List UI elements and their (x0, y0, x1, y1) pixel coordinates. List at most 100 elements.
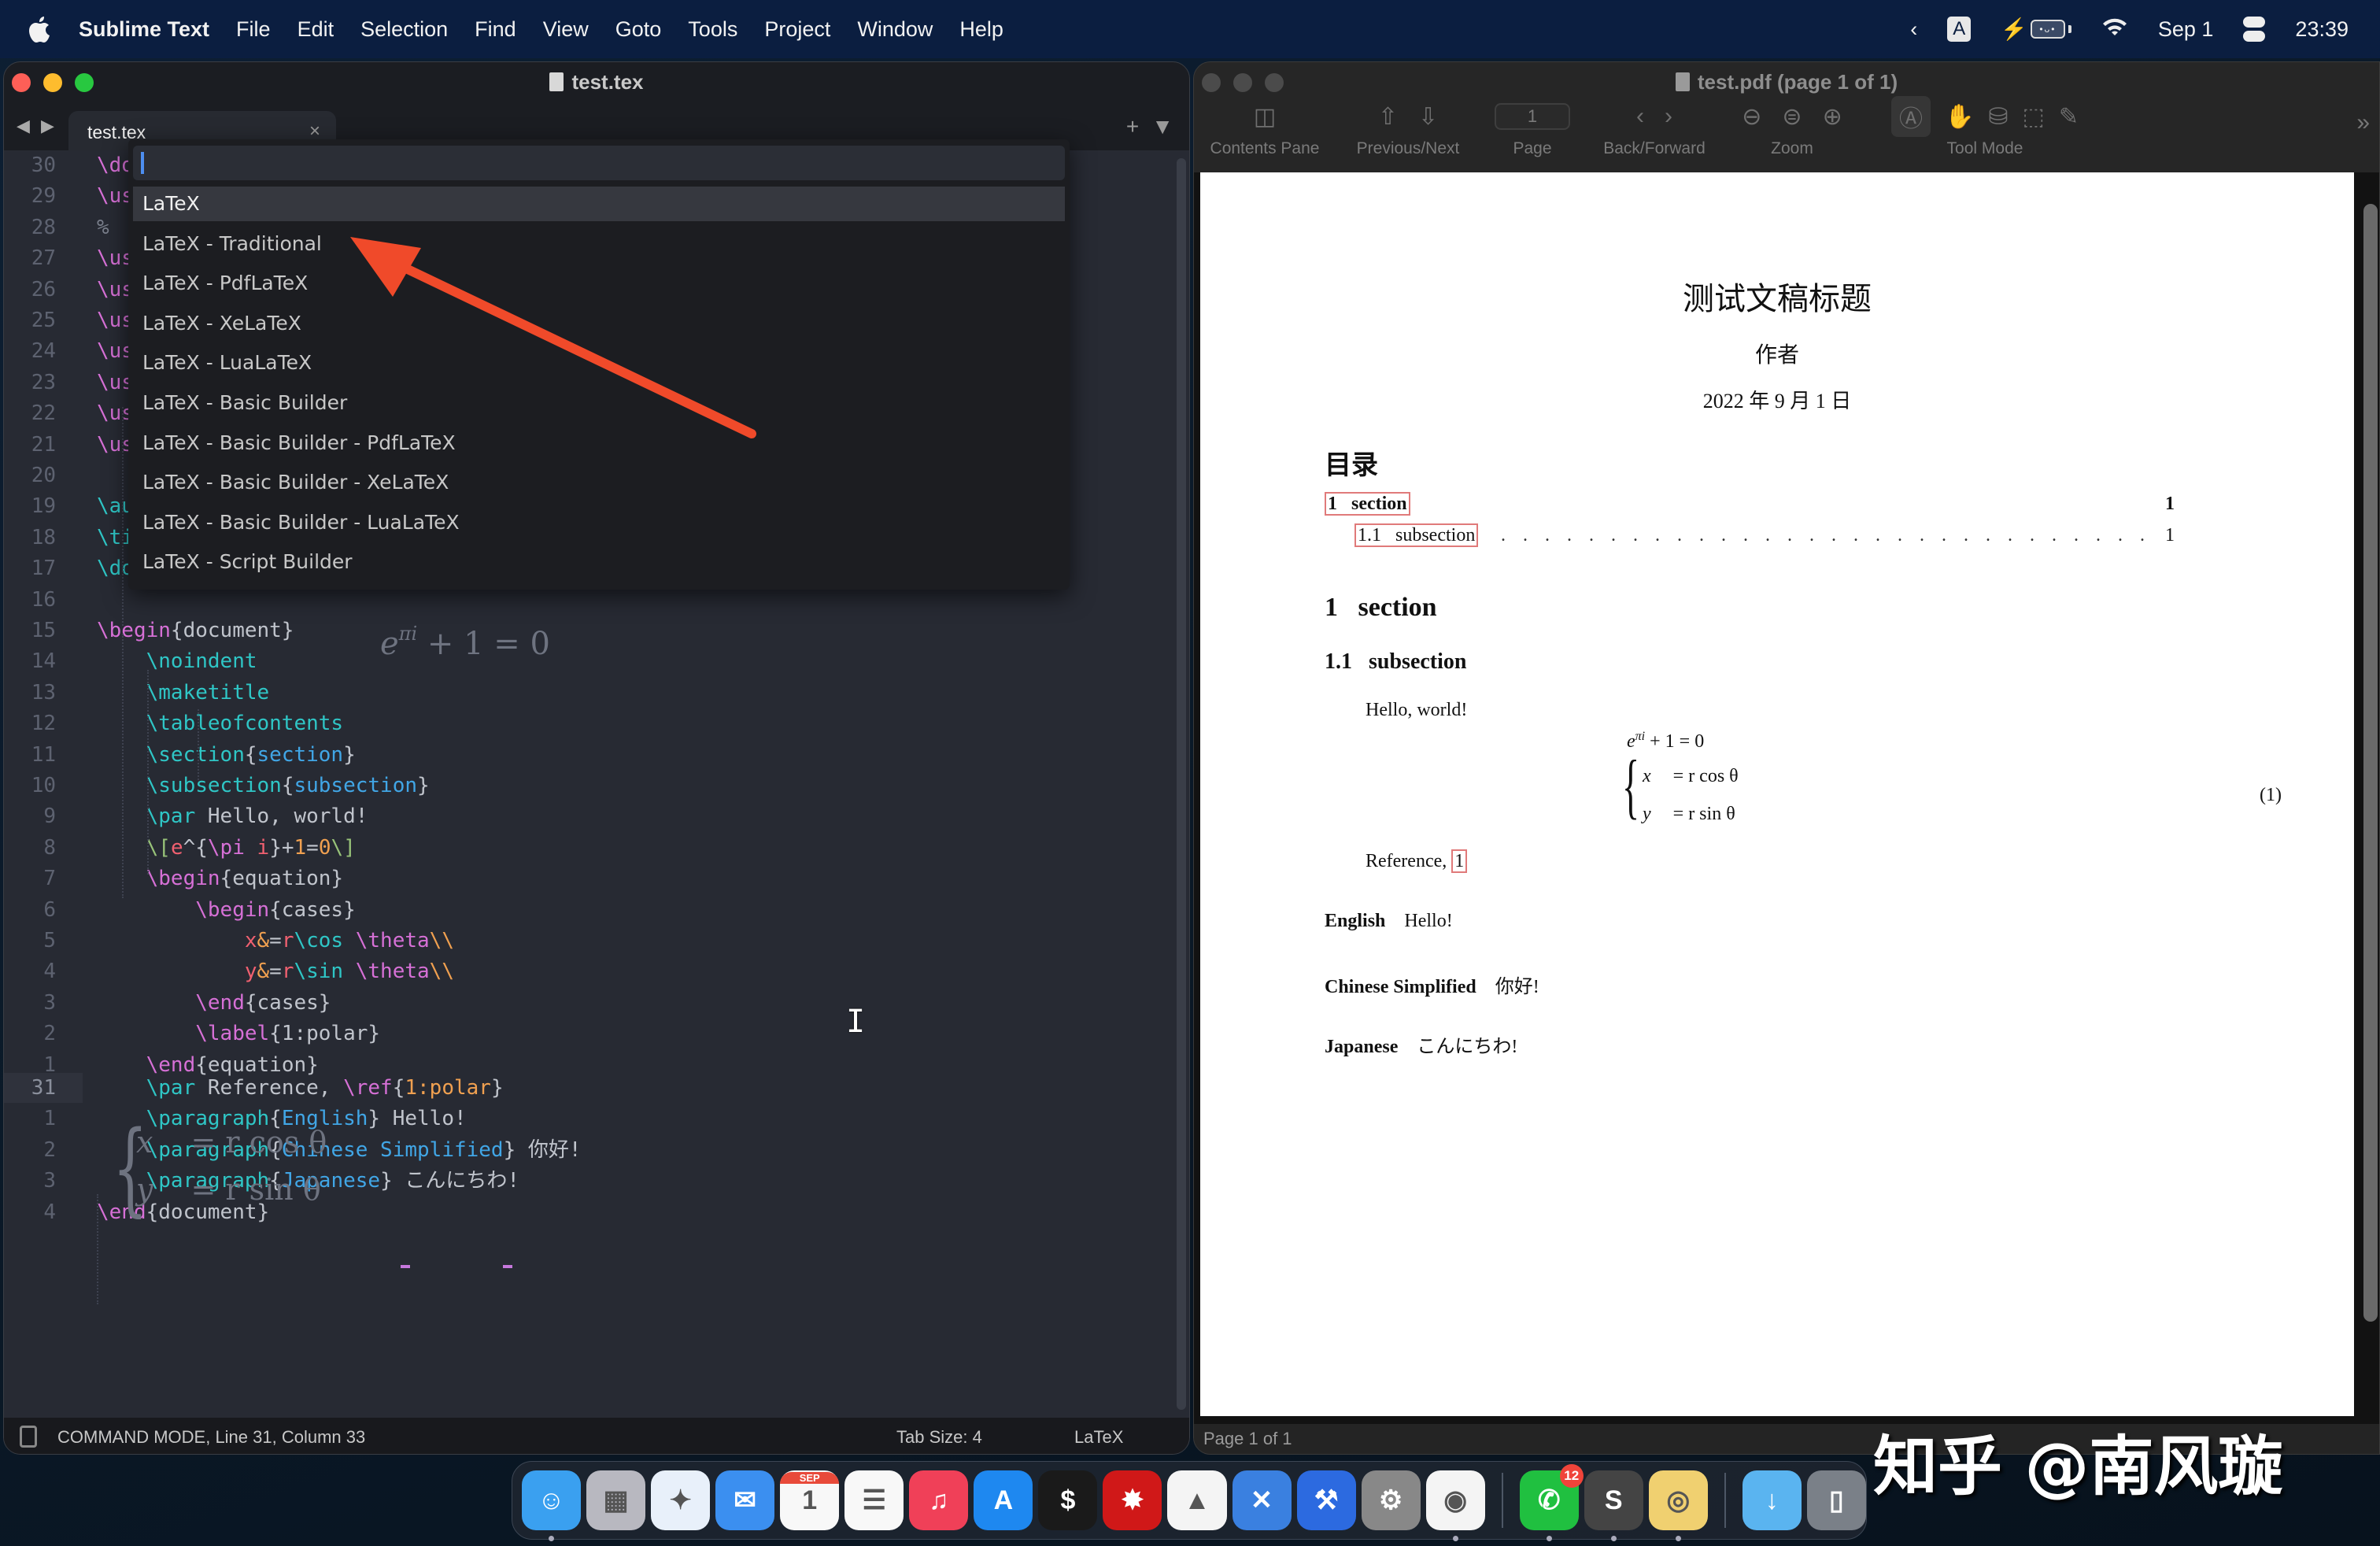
toc-link-subsection[interactable]: 1.1 subsection (1354, 523, 1479, 547)
menu-project[interactable]: Project (764, 17, 830, 42)
editor-scrollbar[interactable] (1177, 158, 1186, 1410)
menu-tools[interactable]: Tools (688, 17, 737, 42)
battery-icon[interactable]: ⚡ •ᴗ• (2001, 17, 2071, 42)
dock-sublime-text-icon[interactable]: S (1584, 1470, 1643, 1541)
toolbar-overflow-icon[interactable]: » (2356, 109, 2370, 136)
plug-icon: ⚡ (2001, 17, 2027, 41)
code-line[interactable]: 8 \[e^{\pi i}+1=0\] (4, 833, 1169, 863)
dock-app-store-icon[interactable]: A (974, 1470, 1033, 1530)
dock-matlab-icon[interactable]: ▲ (1167, 1470, 1227, 1530)
scroll-hand-icon[interactable]: ✋ (1945, 103, 1974, 131)
pdf-scroll-area[interactable]: 测试文稿标题 作者 2022 年 9 月 1 日 目录 1 section 1 … (1194, 172, 2379, 1426)
menu-file[interactable]: File (236, 17, 271, 42)
window-title: test.tex (4, 70, 1189, 94)
dock-calendar-icon[interactable]: SEP 1 (780, 1470, 840, 1530)
code-line[interactable]: 10 \subsection{subsection} (4, 771, 1169, 801)
previous-page-arrow-icon[interactable]: ⇧ (1378, 103, 1398, 131)
select-tool-icon[interactable]: ⬚ (2023, 103, 2045, 131)
palette-item[interactable]: LaTeX - Script Builder (133, 545, 1065, 579)
dock-safari-icon[interactable]: ✦ (651, 1470, 711, 1530)
code-line[interactable]: 15 \begin{document} (4, 616, 1169, 645)
annotate-pen-icon[interactable]: ✎ (2059, 103, 2079, 131)
control-center-icon[interactable] (2243, 17, 2266, 42)
line-number: 9 (43, 804, 56, 829)
dock-music-icon[interactable]: ♫ (909, 1470, 969, 1530)
code-editor[interactable]: 30 \do 29 \us 28% 27 \us 26 \us 25 \us 24 \us 23 \us 22… (4, 139, 1189, 1419)
new-tab-icon[interactable]: + (1126, 114, 1139, 139)
code-token: \[ (146, 835, 171, 860)
syntax-selector[interactable]: LaTeX (1074, 1427, 1123, 1448)
dock-launchpad-icon[interactable]: ▦ (586, 1470, 646, 1530)
code-line[interactable]: 13 \maketitle (4, 678, 1169, 708)
tab-menu-chevron-icon[interactable]: ▼ (1151, 114, 1173, 139)
zoom-in-icon[interactable]: ⊕ (1823, 103, 1842, 131)
code-token: 1 (294, 835, 307, 860)
menubar-clock[interactable]: 23:39 (2295, 17, 2349, 42)
pdf-row1-var: x (1643, 766, 1651, 786)
zoom-out-icon[interactable]: ⊖ (1742, 103, 1761, 131)
code-line[interactable]: 7 \begin{equation} (4, 864, 1169, 893)
eq-rest: + 1 = 0 (1645, 731, 1705, 752)
dock-system-preferences-icon[interactable]: ⚙ (1361, 1470, 1421, 1530)
dock-mathematica-icon[interactable]: ✸ (1103, 1470, 1162, 1530)
pdf-cases-row-1: x = r cos θ (1643, 766, 1739, 787)
code-line[interactable]: 5 x&=r\cos \theta\\ (4, 926, 1169, 956)
dock-terminal-icon[interactable]: $ (1038, 1470, 1098, 1530)
code-line[interactable]: 14 \noindent (4, 646, 1169, 676)
code-token: } Hello! (368, 1107, 467, 1131)
sidebar-toggle-icon[interactable]: ◫ (1254, 103, 1276, 131)
input-source-icon[interactable]: A (1947, 17, 1972, 42)
menu-view[interactable]: View (543, 17, 589, 42)
forward-chevron-icon[interactable]: › (1665, 103, 1672, 130)
menu-edit[interactable]: Edit (298, 17, 334, 42)
tab-size-selector[interactable]: Tab Size: 4 (896, 1427, 982, 1448)
apple-menu-icon[interactable] (28, 15, 52, 43)
dock-downloads-folder-icon[interactable]: ↓ (1742, 1470, 1802, 1530)
dock-xcode-icon[interactable]: ⚒ (1296, 1470, 1356, 1530)
palette-item[interactable]: LaTeX - Basic Builder - LuaLaTeX (133, 505, 1065, 540)
code-line[interactable]: 2 \label{1:polar} (4, 1019, 1169, 1049)
tab-nav-arrows-icon[interactable]: ◀ ▶ (17, 116, 57, 136)
dock-chrome-icon[interactable]: ◉ (1425, 1470, 1485, 1541)
pdf-scrollbar[interactable] (2363, 204, 2378, 1322)
code-line[interactable]: 3 \end{cases} (4, 988, 1169, 1018)
panel-toggle-icon[interactable] (20, 1426, 37, 1448)
menu-app-name[interactable]: Sublime Text (79, 17, 209, 42)
menu-help[interactable]: Help (959, 17, 1003, 42)
next-page-arrow-icon[interactable]: ⇩ (1418, 103, 1438, 131)
dock-finder-icon[interactable]: ☺ (522, 1470, 582, 1541)
page-number-input[interactable]: 1 (1495, 103, 1570, 130)
zoom-actual-icon[interactable]: ⊜ (1782, 103, 1802, 131)
palette-search-input[interactable] (133, 146, 1065, 180)
dock-xcode-instruments-icon[interactable]: ✕ (1232, 1470, 1292, 1530)
magnify-tool-icon[interactable]: ⛁ (1988, 103, 2008, 131)
dock-wechat-icon[interactable]: ✆ 12 (1519, 1464, 1584, 1541)
code-line[interactable]: 9 \par Hello, world! (4, 801, 1169, 831)
menu-selection[interactable]: Selection (360, 17, 448, 42)
menu-window[interactable]: Window (857, 17, 933, 42)
wifi-icon[interactable] (2101, 17, 2128, 43)
menu-goto[interactable]: Goto (615, 17, 662, 42)
dock-mail-icon[interactable]: ✉ (715, 1470, 775, 1530)
toc-link-section[interactable]: 1 section (1325, 492, 1410, 516)
line-number: 10 (31, 774, 56, 797)
code-line[interactable]: {} 31 \par Reference, \ref{1:polar} (4, 1073, 1169, 1103)
menubar-date[interactable]: Sep 1 (2158, 17, 2214, 42)
dock-reminders-icon[interactable]: ☰ (844, 1470, 904, 1530)
text-tool-icon[interactable]: Ⓐ (1891, 96, 1931, 137)
menubar-collapse-chevron-icon[interactable]: ‹ (1910, 17, 1917, 42)
reference-link[interactable]: 1 (1451, 849, 1468, 873)
menu-find[interactable]: Find (475, 17, 516, 42)
code-line[interactable]: 12 \tableofcontents (4, 708, 1169, 738)
code-line[interactable]: 6 \begin{cases} (4, 895, 1169, 925)
code-line[interactable]: 11 \section{section} (4, 740, 1169, 770)
palette-item[interactable]: LaTeX - Basic Builder - XeLaTeX (133, 465, 1065, 500)
dock-skim-icon[interactable]: ◎ (1648, 1470, 1708, 1541)
reference-line: Reference, 1 (1366, 849, 1468, 873)
palette-item[interactable]: LaTeX (133, 187, 1065, 221)
code-line[interactable]: 4 y&=r\sin \theta\\ (4, 956, 1169, 986)
back-chevron-icon[interactable]: ‹ (1636, 103, 1644, 130)
dock-trash-icon[interactable]: ▯ (1806, 1470, 1866, 1530)
line-number: 18 (31, 525, 56, 549)
subsection-heading: 1.1 subsection (1325, 649, 1466, 675)
